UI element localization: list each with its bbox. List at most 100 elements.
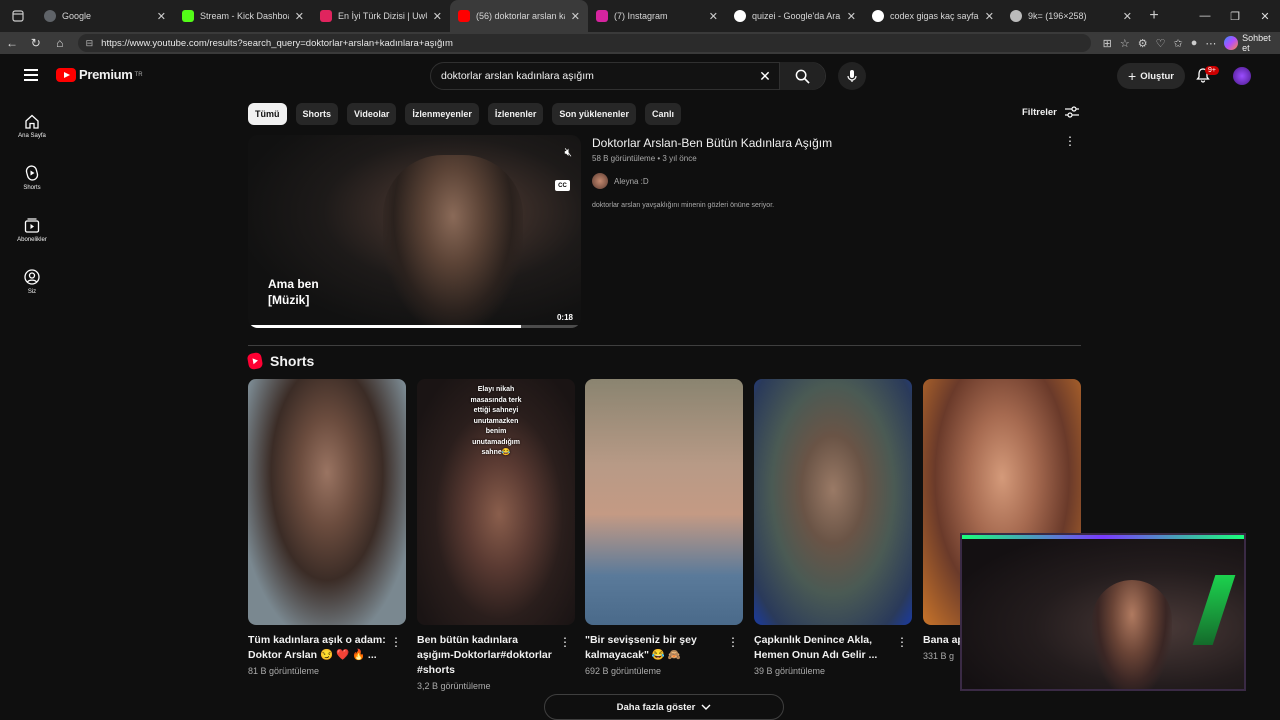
short-title[interactable]: "Bir sevişseniz bir şey kalmayacak" 😂 🙈 [585, 633, 743, 663]
home-button[interactable]: ⌂ [48, 36, 72, 50]
search-input[interactable]: doktorlar arslan kadınlara aşığım [441, 70, 751, 82]
search-box[interactable]: doktorlar arslan kadınlara aşığım ✕ [430, 62, 826, 90]
youtube-play-icon [56, 67, 76, 82]
voice-search-button[interactable] [838, 62, 866, 90]
short-more-icon[interactable]: ⋮ [390, 635, 402, 649]
channel-name[interactable]: Aleyna :D [614, 177, 649, 186]
chip-videos[interactable]: Videolar [347, 103, 397, 125]
tab-actions-icon[interactable] [0, 0, 36, 32]
closed-captions-icon[interactable]: CC [555, 180, 570, 191]
browser-tab[interactable]: quizei - Google'da Ara ✕ [726, 0, 864, 32]
guide-item-you[interactable]: Siz [0, 256, 64, 308]
short-more-icon[interactable]: ⋮ [559, 635, 571, 649]
browser-tab-active[interactable]: (56) doktorlar arslan kadınlara ✕ [450, 0, 588, 32]
close-tab-icon[interactable]: ✕ [571, 10, 580, 23]
shorts-logo-icon [246, 351, 264, 371]
close-tab-icon[interactable]: ✕ [985, 10, 994, 23]
chip-live[interactable]: Canlı [644, 103, 681, 125]
favorite-star-icon[interactable]: ☆ [1120, 37, 1130, 50]
short-card[interactable]: "Bir sevişseniz bir şey kalmayacak" 😂 🙈 … [585, 379, 743, 676]
guide-item-subscriptions[interactable]: Abonelikler [0, 204, 64, 256]
short-thumbnail[interactable] [585, 379, 743, 625]
favorites-icon[interactable]: ✩ [1173, 37, 1182, 50]
search-icon [795, 69, 810, 84]
chip-shorts[interactable]: Shorts [295, 103, 339, 125]
video-title[interactable]: Doktorlar Arslan-Ben Bütün Kadınlara Aşı… [592, 136, 832, 150]
chip-all[interactable]: Tümü [248, 103, 287, 125]
copilot-button[interactable]: Sohbet et [1224, 33, 1280, 53]
close-tab-icon[interactable]: ✕ [709, 10, 718, 23]
youtube-masthead: Premium TR doktorlar arslan kadınlara aş… [0, 54, 1280, 98]
filter-chips: Tümü Shorts Videolar İzlenmeyenler İzlen… [248, 103, 681, 125]
short-card[interactable]: Çapkınlık Denince Akla, Hemen Onun Adı G… [754, 379, 912, 676]
divider [248, 345, 1081, 346]
plus-icon: + [1128, 68, 1137, 84]
short-thumbnail[interactable]: Elayı nikah masasında terk ettiği sahney… [417, 379, 575, 625]
browser-tab-bar: Google ✕ Stream - Kick Dashboard ✕ En İyi … [0, 0, 1280, 32]
filters-label: Filtreler [1022, 106, 1057, 118]
short-title[interactable]: Çapkınlık Denince Akla, Hemen Onun Adı G… [754, 633, 912, 663]
browser-tab[interactable]: En İyi Türk Dizisi | UwUFUFU ✕ [312, 0, 450, 32]
browser-essentials-icon[interactable]: ♡ [1156, 37, 1166, 50]
channel-link[interactable]: Aleyna :D [592, 173, 649, 189]
guide-item-home[interactable]: Ana Sayfa [0, 100, 64, 152]
chip-recently-uploaded[interactable]: Son yüklenenler [552, 103, 636, 125]
extension-icon[interactable]: ⊞ [1103, 37, 1112, 50]
minimize-button[interactable]: — [1190, 0, 1220, 32]
address-bar: ← ↻ ⌂ ⊟ https://www.youtube.com/results?… [0, 32, 1280, 54]
reload-button[interactable]: ↻ [24, 36, 48, 50]
channel-avatar[interactable] [592, 173, 608, 189]
restore-button[interactable]: ❐ [1220, 0, 1250, 32]
url-text: https://www.youtube.com/results?search_q… [101, 37, 453, 49]
video-thumbnail[interactable]: Ama ben [Müzik] 🔇︎ CC 0:18 [248, 135, 581, 328]
chip-unwatched[interactable]: İzlenmeyenler [405, 103, 479, 125]
globe-favicon [1010, 10, 1022, 22]
short-more-icon[interactable]: ⋮ [896, 635, 908, 649]
site-info-icon[interactable]: ⊟ [86, 38, 94, 49]
close-tab-icon[interactable]: ✕ [1123, 10, 1132, 23]
more-actions-icon[interactable]: ⋮ [1064, 134, 1076, 148]
close-tab-icon[interactable]: ✕ [157, 10, 166, 23]
youtube-premium-logo[interactable]: Premium TR [56, 67, 143, 82]
tab-title: En İyi Türk Dizisi | UwUFUFU [338, 11, 427, 21]
browser-tab[interactable]: 9k= (196×258) ✕ [1002, 0, 1140, 32]
browser-tab[interactable]: Stream - Kick Dashboard ✕ [174, 0, 312, 32]
short-thumbnail[interactable] [754, 379, 912, 625]
filters-button[interactable]: Filtreler [1022, 106, 1079, 118]
create-button[interactable]: + Oluştur [1117, 63, 1185, 89]
extensions-puzzle-icon[interactable]: ⚙ [1138, 37, 1148, 50]
show-more-button[interactable]: Daha fazla göster [544, 694, 784, 720]
left-guide: Ana Sayfa Shorts Abonelikler Siz [0, 100, 64, 308]
url-field[interactable]: ⊟ https://www.youtube.com/results?search… [77, 34, 1091, 52]
short-views: 81 B görüntüleme [248, 666, 320, 676]
short-title[interactable]: Tüm kadınlara aşık o adam: Doktor Arslan… [248, 633, 406, 663]
close-tab-icon[interactable]: ✕ [847, 10, 856, 23]
short-thumbnail[interactable] [248, 379, 406, 625]
chevron-down-icon [701, 704, 711, 710]
short-card[interactable]: Elayı nikah masasında terk ettiği sahney… [417, 379, 575, 691]
chip-watched[interactable]: İzlenenler [487, 103, 544, 125]
short-card[interactable]: Tüm kadınlara aşık o adam: Doktor Arslan… [248, 379, 406, 676]
close-window-button[interactable]: ✕ [1250, 0, 1280, 32]
browser-tab[interactable]: Google ✕ [36, 0, 174, 32]
webcam-overlay [960, 533, 1246, 691]
account-avatar[interactable] [1233, 67, 1251, 85]
browser-tab[interactable]: codex gigas kaç sayfa - Goo ✕ [864, 0, 1002, 32]
browser-tab[interactable]: (7) Instagram ✕ [588, 0, 726, 32]
short-overlay-text: Elayı nikah masasında terk ettiği sahney… [470, 386, 522, 456]
clear-search-icon[interactable]: ✕ [751, 68, 779, 85]
guide-item-shorts[interactable]: Shorts [0, 152, 64, 204]
back-button[interactable]: ← [0, 36, 24, 50]
search-button[interactable] [779, 62, 825, 90]
new-tab-button[interactable]: + [1140, 7, 1168, 25]
close-tab-icon[interactable]: ✕ [295, 10, 304, 23]
menu-icon[interactable] [24, 69, 38, 84]
short-title[interactable]: Ben bütün kadınlara aşığım-Doktorlar#dok… [417, 633, 575, 678]
webcam-frame-accent [962, 535, 1244, 539]
profile-icon[interactable]: ● [1191, 37, 1198, 49]
tab-title: (56) doktorlar arslan kadınlara [476, 11, 565, 21]
close-tab-icon[interactable]: ✕ [433, 10, 442, 23]
mute-icon[interactable]: 🔇︎ [564, 145, 572, 160]
short-more-icon[interactable]: ⋮ [727, 635, 739, 649]
more-menu-icon[interactable]: ⋯ [1205, 37, 1216, 50]
